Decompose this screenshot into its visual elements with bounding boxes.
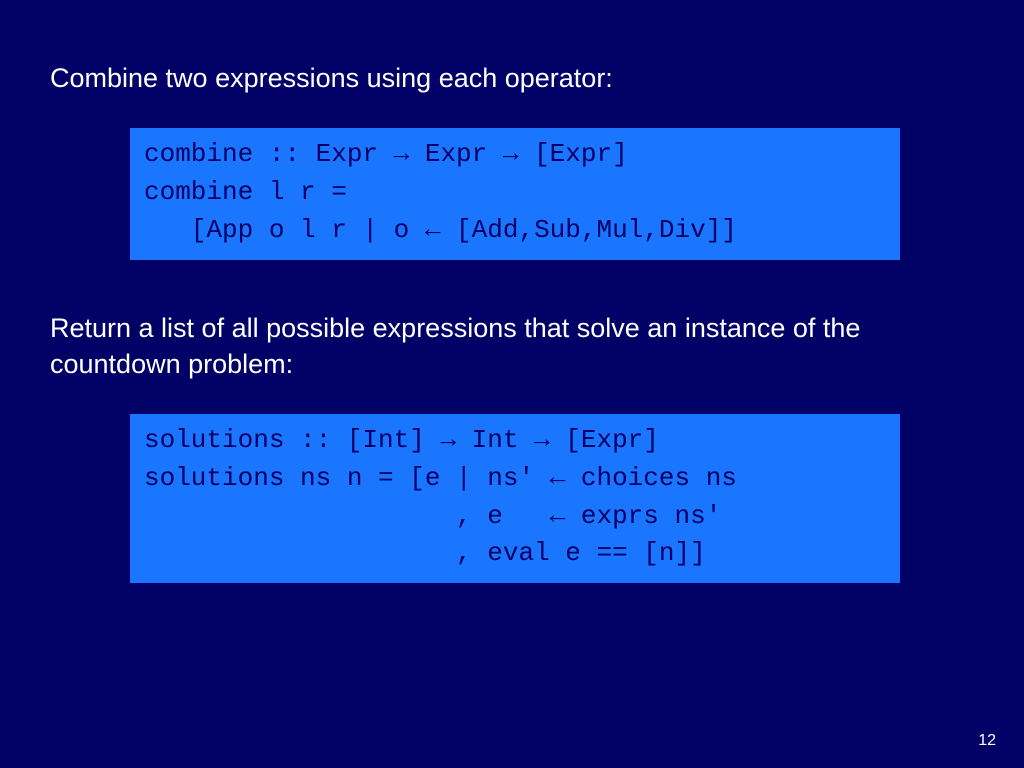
paragraph-1: Combine two expressions using each opera… <box>50 60 974 96</box>
page-number: 12 <box>978 732 996 750</box>
code-block-solutions: solutions :: [Int] → Int → [Expr] soluti… <box>130 414 900 583</box>
slide-content: Combine two expressions using each opera… <box>0 0 1024 673</box>
code-block-combine: combine :: Expr → Expr → [Expr] combine … <box>130 128 900 259</box>
paragraph-2: Return a list of all possible expression… <box>50 310 974 383</box>
